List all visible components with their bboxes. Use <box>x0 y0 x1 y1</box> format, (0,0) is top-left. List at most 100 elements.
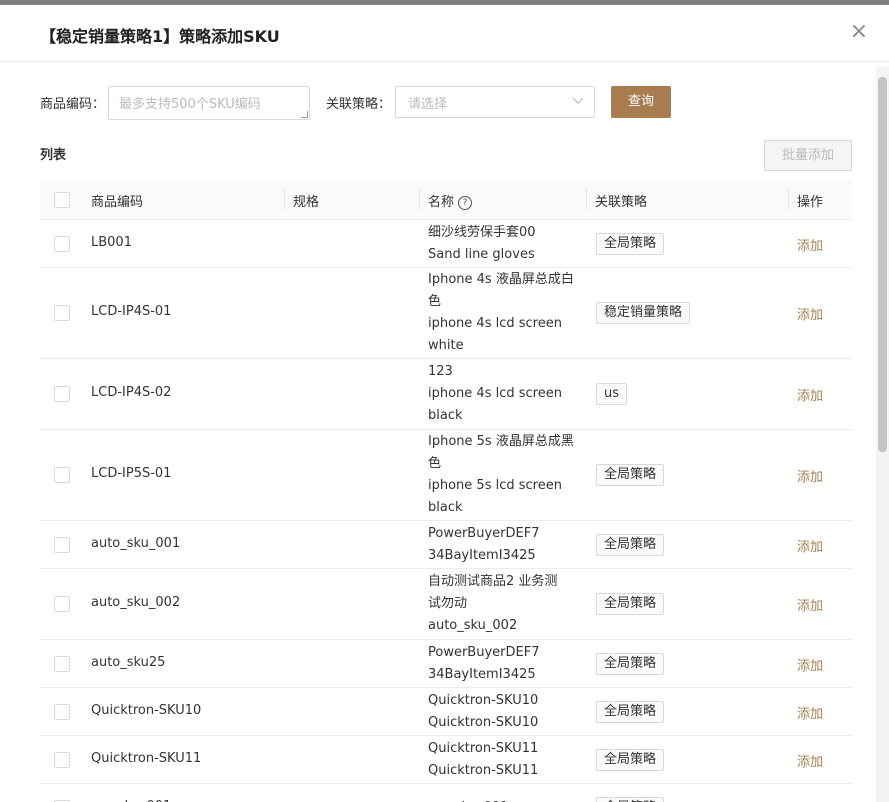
row-checkbox[interactable] <box>54 386 70 402</box>
table-row: auto_sku_002 自动测试商品2 业务测 试勿动 auto_sku_002 全局… <box>40 569 852 640</box>
row-add-link[interactable]: 添加 <box>797 655 823 674</box>
row-sku-code: auto_sku25 <box>91 654 166 670</box>
row-name-line: iphone 4s lcd screen <box>428 316 562 331</box>
sku-code-label: 商品编码： <box>40 97 106 112</box>
question-circle-icon[interactable]: ? <box>458 196 473 210</box>
row-name: Quicktron-SKU10 Quicktron-SKU10 <box>428 690 538 734</box>
row-name-line: auto_sku_002 <box>428 618 518 633</box>
row-sku-code: LCD-IP4S-02 <box>91 385 172 400</box>
add-sku-modal: 【稳定销量策略1】策略添加SKU × 商品编码： 最多支持500个SKU编码 关… <box>0 5 889 802</box>
row-strategy-tag: 全局策略 <box>596 796 665 802</box>
row-add-link[interactable]: 添加 <box>797 595 823 614</box>
row-name-line: black <box>428 500 463 515</box>
row-name-line: 34BayItemI3425 <box>428 547 536 563</box>
select-all-checkbox[interactable] <box>54 192 70 208</box>
row-strategy-tag: 全局策略 <box>596 593 665 615</box>
row-sku-code: auto_sku_001 <box>91 535 181 551</box>
query-button[interactable]: 查询 <box>611 86 671 118</box>
header-spec: 规格 <box>293 195 320 210</box>
row-checkbox[interactable] <box>54 235 70 252</box>
row-name-line: 色 <box>428 456 442 471</box>
row-strategy-tag: 稳定销量策略 <box>596 302 691 324</box>
row-checkbox[interactable] <box>54 467 70 483</box>
resize-handle-icon[interactable] <box>301 111 308 118</box>
close-icon[interactable]: × <box>848 21 870 43</box>
row-strategy-tag: 全局策略 <box>596 652 665 675</box>
row-add-link[interactable]: 添加 <box>797 304 823 323</box>
row-name-line: Iphone 4s 液晶屏总成白 <box>428 272 574 287</box>
strategy-label: 关联策略： <box>326 97 392 112</box>
row-name: Iphone 4s 液晶屏总成白色 iphone 4s lcd screen whi… <box>428 269 574 357</box>
table-row: LB001 细沙线劳保手套00 Sand line gloves 全局策略 添加 <box>40 220 852 268</box>
row-name-line: PowerBuyerDEF7 <box>428 525 540 541</box>
table-row: newsku_001 newsku_001 全局策略添加 <box>40 784 852 802</box>
table-row: Quicktron-SKU10 Quicktron-SKU10 Quicktron-… <box>40 688 852 736</box>
header-strategy: 关联策略 <box>595 195 648 210</box>
header-action: 操作 <box>797 195 824 210</box>
row-checkbox[interactable] <box>54 536 70 553</box>
row-name-line: 自动测试商品2 业务测 <box>428 574 558 589</box>
row-add-link[interactable]: 添加 <box>797 703 823 722</box>
scrollbar-thumb[interactable] <box>878 77 887 452</box>
modal-scrollbar[interactable] <box>876 67 889 802</box>
table-row: LCD-IP4S-01 Iphone 4s 液晶屏总成白色 iphone 4s lc… <box>40 268 852 359</box>
row-sku-code: newsku_001 <box>91 799 171 802</box>
table-row: LCD-IP4S-02 123 iphone 4s lcd screen black u… <box>40 359 852 430</box>
row-name-line: 试勿动 <box>428 596 468 611</box>
strategy-placeholder: 请选择 <box>408 97 448 112</box>
chevron-down-icon <box>572 94 584 109</box>
header-name-label: 名称 <box>428 195 455 210</box>
row-sku-code: Quicktron-SKU11 <box>91 750 202 766</box>
row-strategy-tag: 全局策略 <box>596 464 665 486</box>
row-name-line: 色 <box>428 294 442 309</box>
row-name: 细沙线劳保手套00 Sand line gloves <box>428 222 536 266</box>
row-add-link[interactable]: 添加 <box>797 799 823 802</box>
row-name-line: white <box>428 338 464 353</box>
row-name: 123 iphone 4s lcd screen black <box>428 361 562 427</box>
row-strategy-tag: 全局策略 <box>596 533 665 556</box>
row-checkbox[interactable] <box>54 751 70 768</box>
row-strategy-tag: 全局策略 <box>596 232 665 255</box>
row-name-line: Quicktron-SKU10 <box>428 714 539 730</box>
row-name: PowerBuyerDEF7 34BayItemI3425 <box>428 523 539 567</box>
row-sku-code: LCD-IP4S-01 <box>91 304 172 319</box>
row-strategy-tag: 全局策略 <box>596 700 665 723</box>
strategy-select[interactable]: 请选择 <box>395 86 595 118</box>
batch-add-button[interactable]: 批量添加 <box>764 140 852 171</box>
row-name-line: 34BayItemI3425 <box>428 666 536 682</box>
sku-code-placeholder: 最多支持500个SKU编码 <box>119 97 261 112</box>
row-sku-code: auto_sku_002 <box>91 595 181 610</box>
row-checkbox[interactable] <box>54 305 70 321</box>
row-add-link[interactable]: 添加 <box>797 235 823 254</box>
header-code: 商品编码 <box>91 195 144 210</box>
row-add-link[interactable]: 添加 <box>797 536 823 555</box>
header-divider <box>284 188 285 210</box>
header-name: 名称? <box>428 191 473 210</box>
modal-title: 【稳定销量策略1】策略添加SKU <box>40 27 280 46</box>
table-row: auto_sku_001 PowerBuyerDEF7 34BayItemI3425… <box>40 521 852 569</box>
row-add-link[interactable]: 添加 <box>797 466 823 485</box>
table-body: LB001 细沙线劳保手套00 Sand line gloves 全局策略 添加 LCD-… <box>40 220 852 802</box>
row-checkbox[interactable] <box>54 655 70 672</box>
row-checkbox[interactable] <box>54 596 70 612</box>
row-name-line: iphone 5s lcd screen <box>428 478 562 493</box>
row-name-line: newsku_001 <box>428 797 508 802</box>
row-name-line: iphone 4s lcd screen <box>428 386 562 401</box>
row-name-line: Quicktron-SKU10 <box>428 692 539 708</box>
row-name-line: Quicktron-SKU11 <box>428 740 539 756</box>
table-header: 商品编码 规格 名称? 关联策略 操作 <box>40 180 852 220</box>
row-checkbox[interactable] <box>54 703 70 720</box>
row-strategy-tag: us <box>596 383 628 405</box>
row-name: PowerBuyerDEF7 34BayItemI3425 <box>428 642 539 686</box>
row-name-line: 123 <box>428 364 453 379</box>
header-divider <box>419 188 420 210</box>
table-row: auto_sku25 PowerBuyerDEF7 34BayItemI3425 全局… <box>40 640 852 688</box>
row-add-link[interactable]: 添加 <box>797 751 823 770</box>
sku-code-input[interactable]: 最多支持500个SKU编码 <box>108 86 310 120</box>
row-add-link[interactable]: 添加 <box>797 385 823 404</box>
header-divider <box>586 188 587 210</box>
row-name-line: PowerBuyerDEF7 <box>428 644 540 660</box>
row-sku-code: Quicktron-SKU10 <box>91 702 202 718</box>
table-row: Quicktron-SKU11 Quicktron-SKU11 Quicktron-… <box>40 736 852 784</box>
header-divider <box>788 188 789 210</box>
